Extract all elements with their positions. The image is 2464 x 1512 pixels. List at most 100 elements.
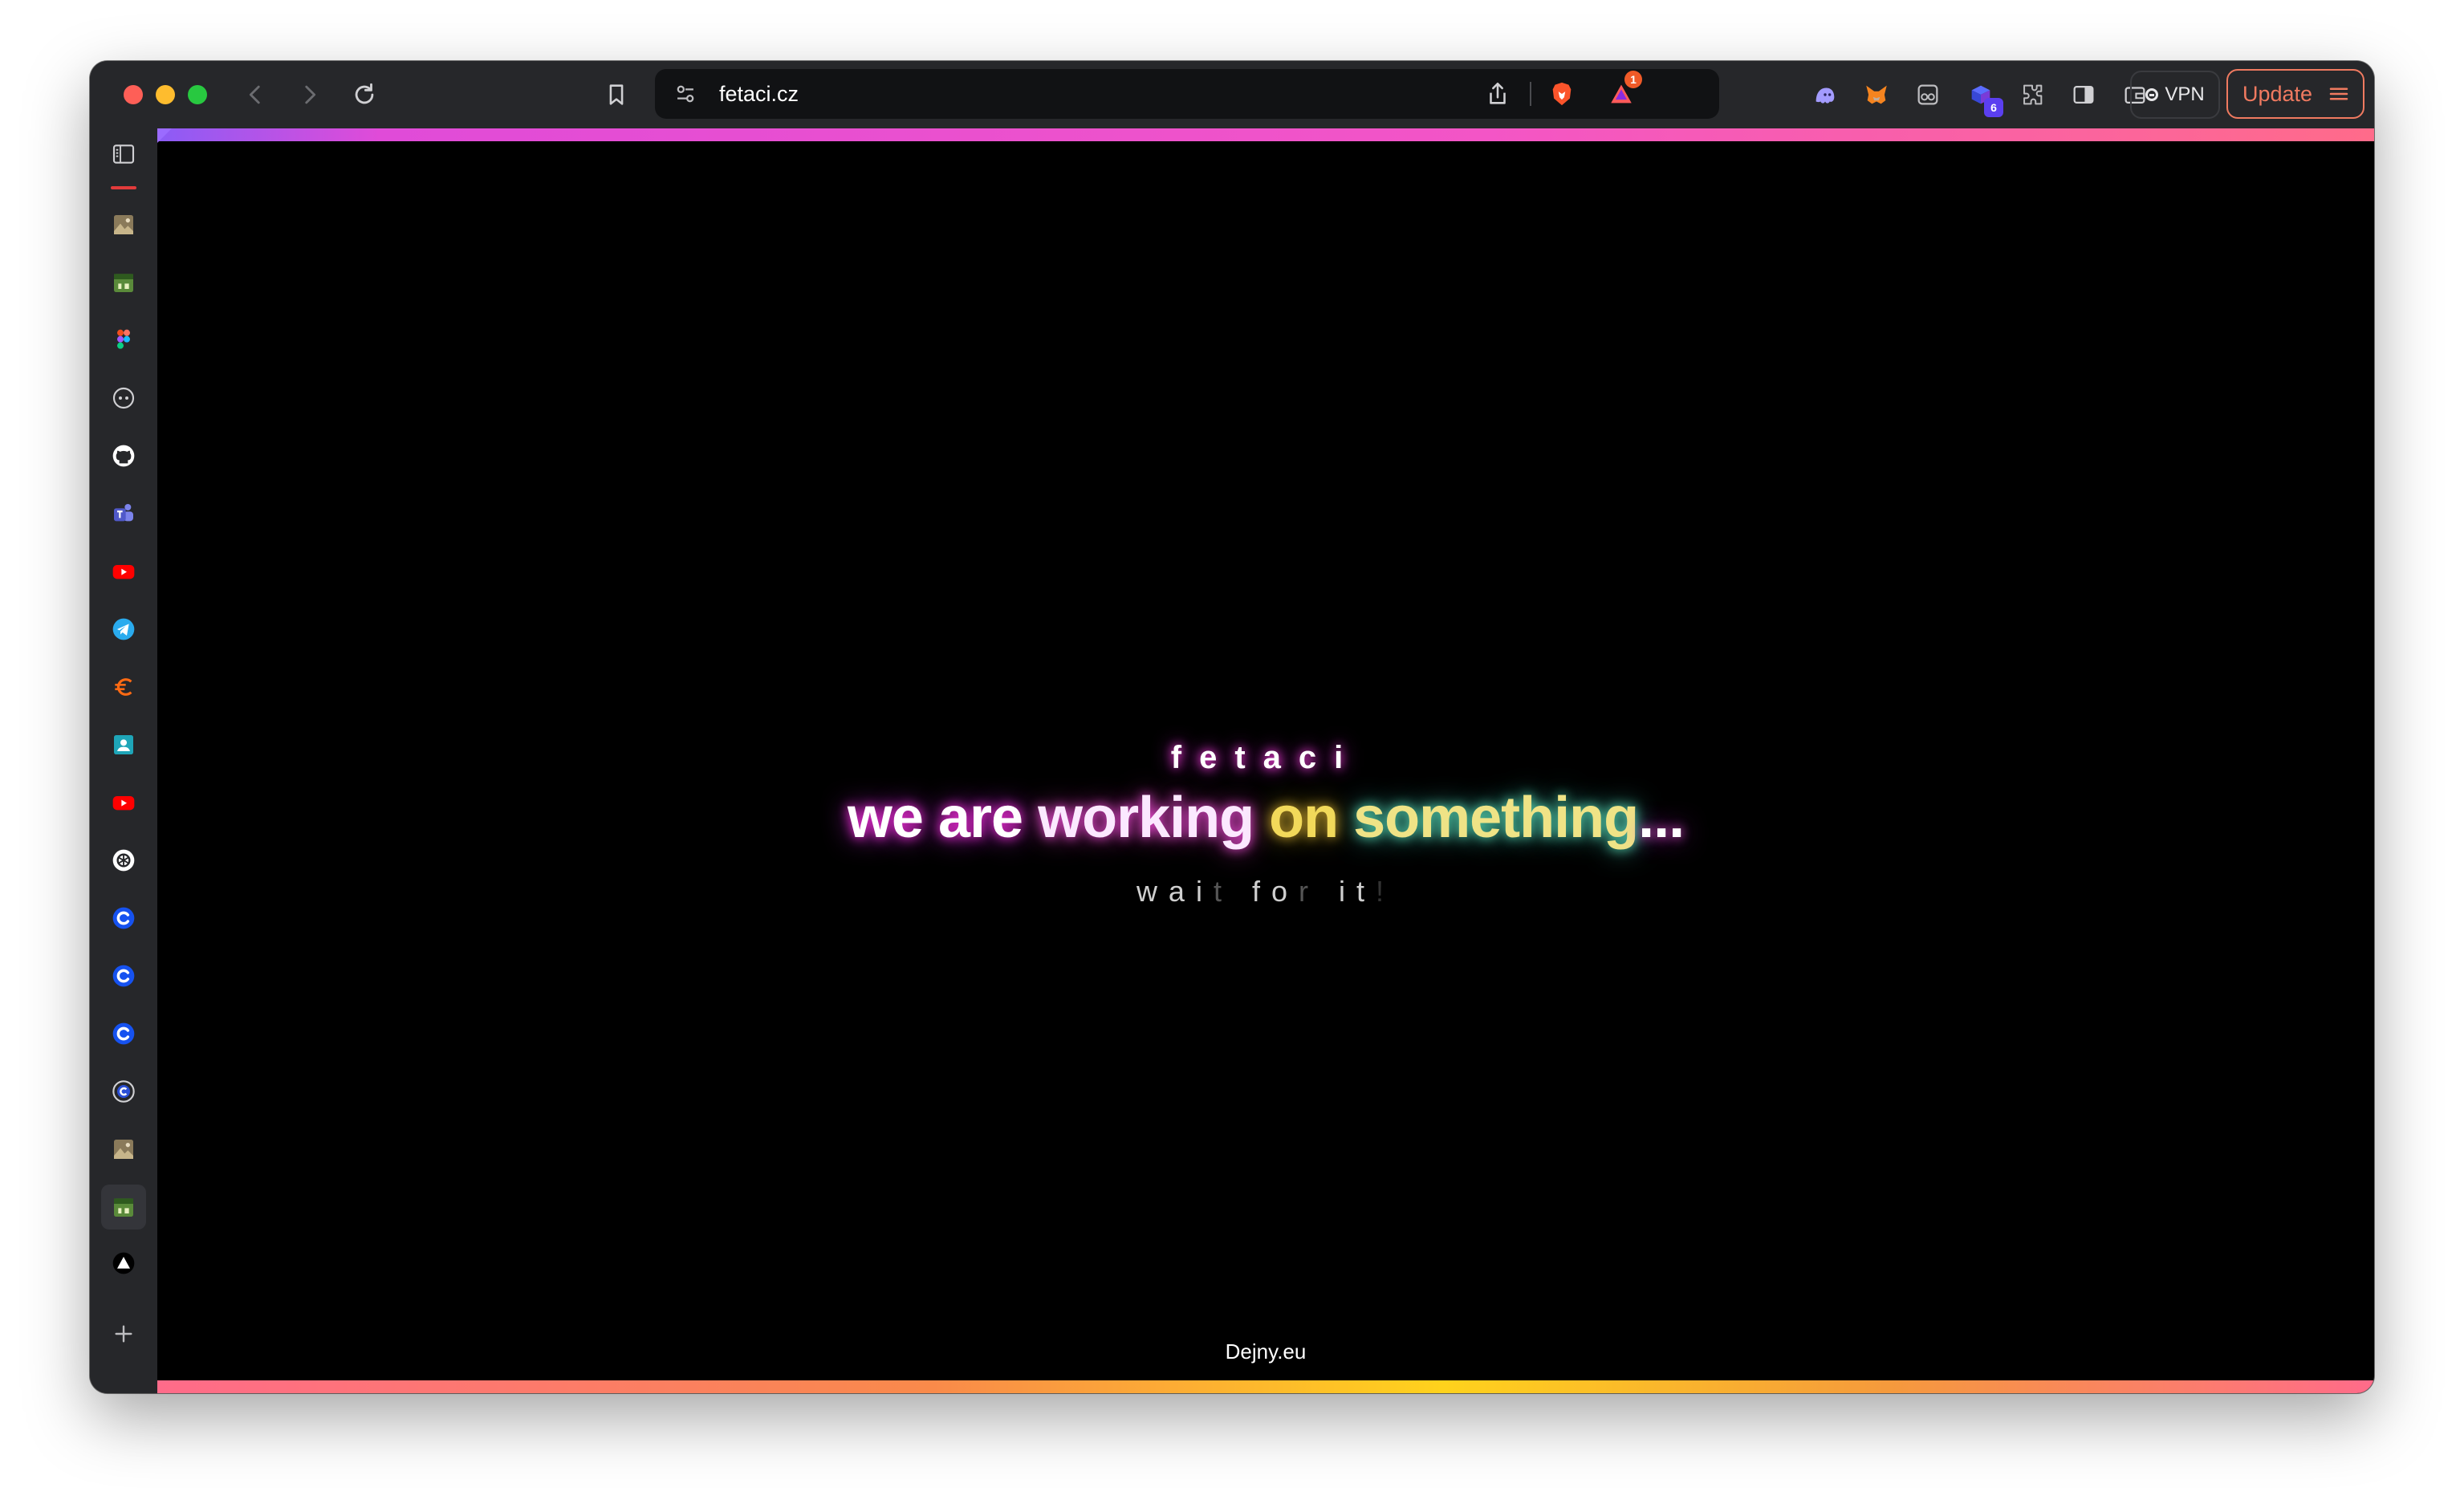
update-button[interactable]: Update (2226, 69, 2364, 119)
chevron-right-icon (305, 85, 316, 104)
headline-part-1: we are (847, 786, 1039, 850)
sidebar-item-c-2[interactable] (108, 960, 140, 992)
ghost-icon (1815, 87, 1835, 104)
openai-icon (112, 849, 135, 872)
reload-icon (355, 83, 374, 104)
headline-part-5: ... (1638, 786, 1685, 850)
sidebar-item-youtube[interactable] (108, 555, 140, 587)
reload-button[interactable] (345, 75, 384, 114)
vpn-label: VPN (2165, 83, 2205, 105)
sidebar-item-euro[interactable] (108, 671, 140, 703)
brave-shields-button[interactable] (1543, 75, 1581, 113)
sidebar-panel-button[interactable] (2064, 75, 2103, 114)
sidebar-item-contacts[interactable] (108, 729, 140, 761)
tune-icon (677, 85, 694, 103)
metamask-fox-icon (1866, 85, 1887, 104)
tagline: wait for it! (157, 875, 2374, 908)
contacts-icon (114, 735, 133, 754)
c-icon (112, 907, 135, 929)
browser-toolbar: fetaci.cz 1 6 VPN Update (90, 61, 2374, 128)
page-viewport: fetaci we are working on something... wa… (157, 128, 2374, 1393)
tab-indicator (111, 186, 136, 189)
sidebar-item-c-1[interactable] (108, 902, 140, 934)
headline-part-4: something (1353, 786, 1639, 850)
bookmark-button[interactable] (597, 75, 636, 114)
headline-part-2: working (1038, 786, 1270, 850)
sidebar-item-calendar[interactable] (108, 266, 140, 299)
sidebar-item-calendar-active[interactable] (101, 1185, 146, 1230)
vpn-button[interactable]: VPN (2130, 71, 2220, 119)
extension-metamask-button[interactable] (1857, 75, 1896, 114)
brave-lion-icon (1552, 82, 1572, 106)
extension-reader-button[interactable] (1909, 75, 1947, 114)
url-divider (1530, 82, 1531, 106)
forward-button[interactable] (291, 75, 329, 114)
puzzle-icon (2023, 84, 2043, 105)
sidebar-item-c-ring[interactable] (108, 1075, 140, 1108)
update-label: Update (2242, 81, 2313, 106)
calendar-icon (114, 274, 133, 292)
sidebar-add-button[interactable] (108, 1318, 140, 1350)
bookmark-icon (609, 84, 624, 105)
sidebar-item-triangle[interactable] (108, 1247, 140, 1279)
chat-icon (112, 387, 135, 409)
tagline-part-5: it (1319, 875, 1376, 908)
maximize-window-button[interactable] (188, 85, 207, 104)
sidebar-item-youtube-2[interactable] (108, 786, 140, 819)
sidebar-item-c-3[interactable] (108, 1018, 140, 1050)
tagline-part-6: ! (1376, 875, 1396, 908)
tagline-part-2: t (1213, 875, 1233, 908)
tagline-part-3: fo (1232, 875, 1299, 908)
sidebar-item-image[interactable] (108, 209, 140, 241)
sidebar-item-telegram[interactable] (108, 613, 140, 645)
c-icon (112, 1022, 135, 1045)
image-icon (114, 215, 133, 234)
rewards-badge: 1 (1624, 71, 1642, 88)
sidebar-item-chat[interactable] (108, 382, 140, 414)
youtube-icon (112, 796, 135, 811)
sidebar-item-github[interactable] (108, 440, 140, 472)
share-button[interactable] (1478, 75, 1517, 113)
telegram-icon (112, 618, 135, 640)
headline: we are working on something... (157, 785, 2374, 851)
minimize-window-button[interactable] (156, 85, 175, 104)
c-ring-icon (112, 1080, 135, 1103)
c-icon (112, 965, 135, 987)
headline-part-3: on (1269, 786, 1354, 850)
share-icon (1490, 82, 1506, 104)
figma-icon (117, 329, 130, 349)
github-icon (112, 445, 135, 467)
tagline-part-4: r (1299, 875, 1320, 908)
back-button[interactable] (236, 75, 274, 114)
brand-title: fetaci (1170, 740, 1361, 775)
sidebar-item-teams[interactable] (108, 498, 140, 530)
sidebar-item-figma[interactable] (108, 324, 140, 356)
glasses-icon (1917, 84, 1938, 105)
sidebar-item-image-2[interactable] (108, 1133, 140, 1165)
bottom-gradient-bar (157, 1380, 2374, 1393)
url-text[interactable]: fetaci.cz (719, 69, 799, 119)
plus-icon (115, 1325, 132, 1343)
euro-icon (115, 678, 132, 696)
address-bar[interactable]: fetaci.cz 1 (655, 69, 1719, 119)
triangle-icon (112, 1252, 135, 1274)
teams-icon (114, 504, 133, 522)
site-settings-button[interactable] (666, 75, 705, 113)
top-gradient-bar (157, 128, 2374, 143)
browser-window: fetaci.cz 1 6 VPN Update fetaci we are w… (90, 61, 2374, 1393)
tagline-part-1: wai (1136, 875, 1214, 908)
menu-icon (2329, 87, 2348, 100)
extension-count-badge: 6 (1984, 98, 2003, 117)
sidebar-toggle-button[interactable] (108, 138, 140, 170)
side-panel-icon (2073, 85, 2094, 104)
image-icon (114, 1140, 133, 1159)
footer-link[interactable]: Dejny.eu (157, 1339, 2374, 1364)
extension-ghost-button[interactable] (1806, 75, 1844, 114)
sidebar-item-openai[interactable] (108, 844, 140, 876)
close-window-button[interactable] (124, 85, 143, 104)
extensions-button[interactable] (2013, 75, 2051, 114)
sidebar-toggle-icon (112, 144, 135, 164)
calendar-icon (114, 1198, 133, 1217)
browser-sidebar (90, 128, 157, 1393)
vpn-status-icon (2145, 88, 2159, 101)
